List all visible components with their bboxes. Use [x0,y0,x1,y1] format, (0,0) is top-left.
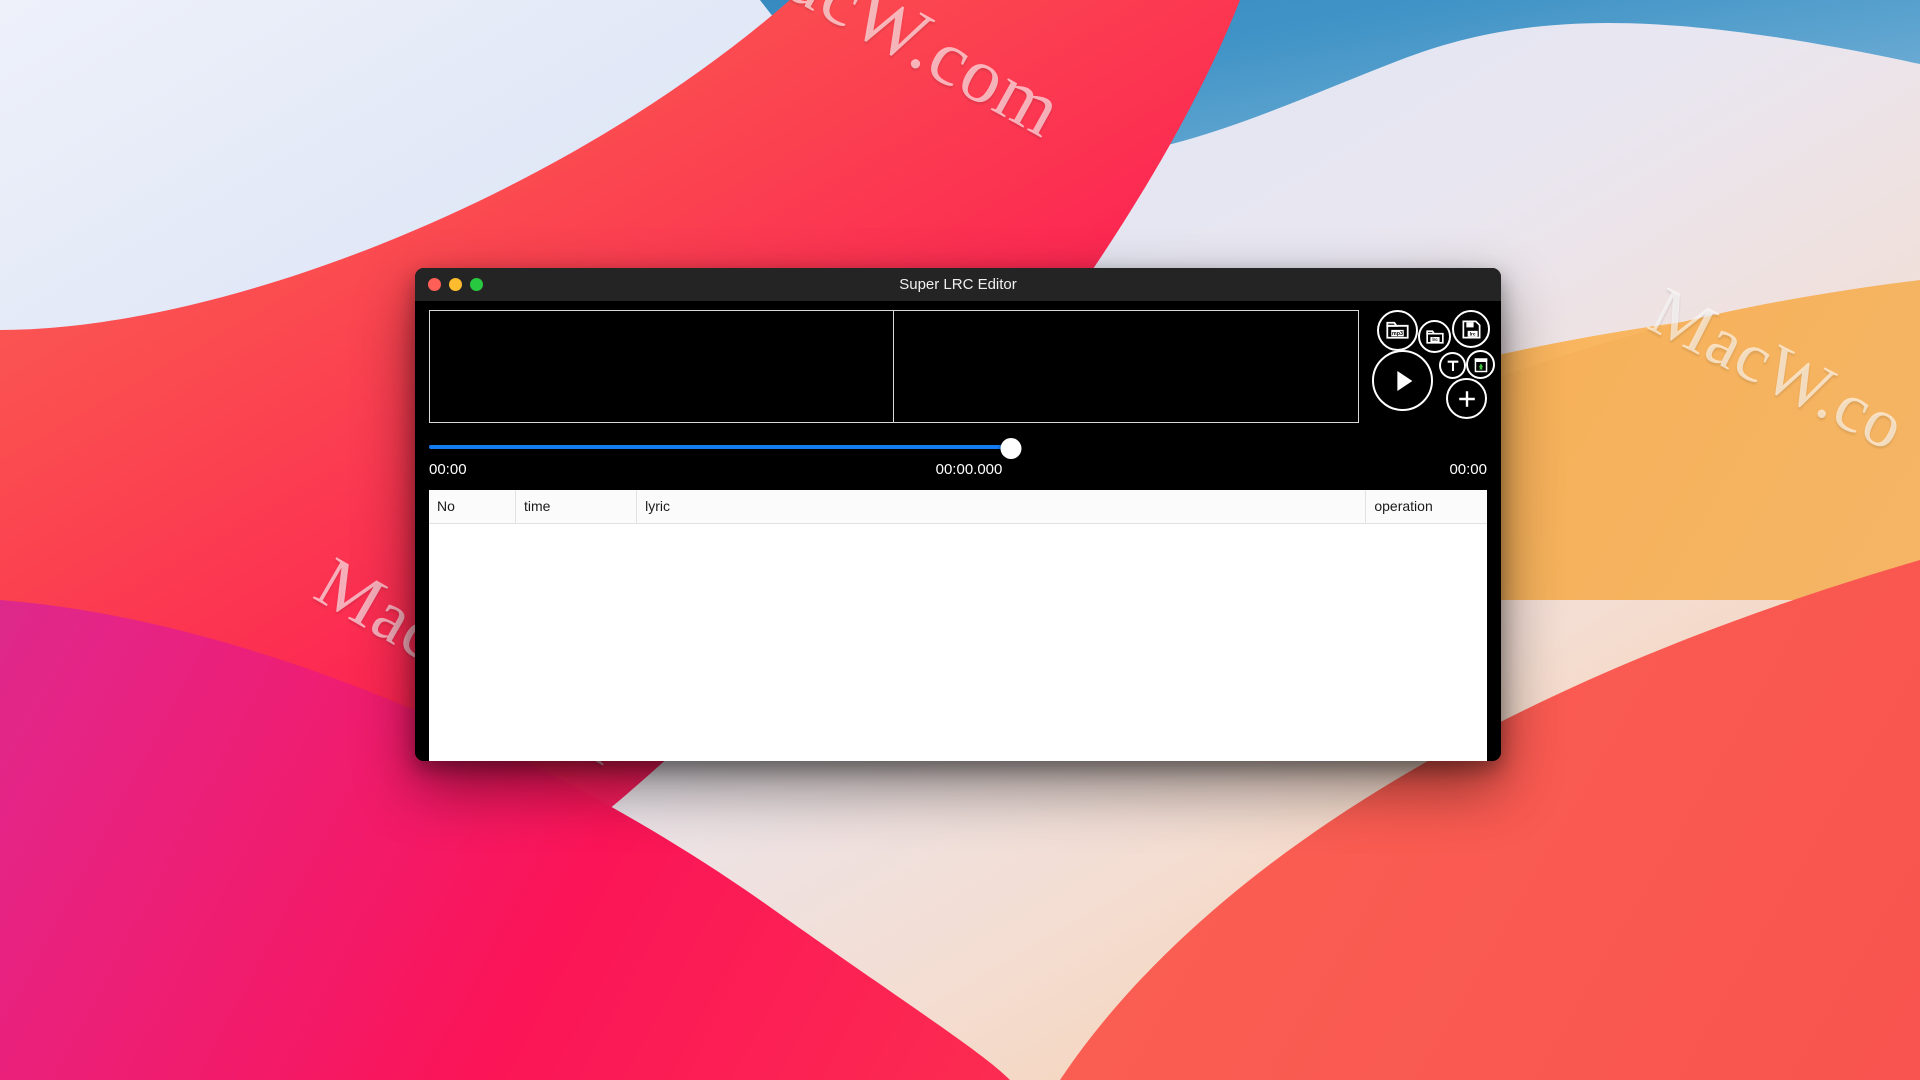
lyric-panel-left[interactable] [430,311,894,422]
current-time-label: 00:00 [429,461,467,478]
close-window-button[interactable] [428,278,441,291]
lyric-panel-right[interactable] [894,311,1358,422]
progress-slider-fill [429,445,1011,449]
window-titlebar[interactable]: Super LRC Editor [415,268,1501,301]
plus-icon [1455,387,1479,411]
total-time-label: 00:00 [1449,461,1487,478]
lyric-table-container: No time lyric operation [429,490,1487,761]
svg-text:lrc: lrc [1469,331,1475,337]
open-lrc-button[interactable]: lrc [1418,320,1451,353]
progress-slider-rest [1010,445,1487,449]
edit-text-button[interactable] [1439,352,1466,379]
control-cluster: mp3 lrc lrc [1367,310,1495,423]
folder-mp3-icon: mp3 [1385,318,1410,343]
trash-recycle-icon [1472,356,1490,374]
lyric-preview-panels [429,310,1359,423]
column-header-time[interactable]: time [515,490,638,524]
progress-slider-thumb[interactable] [1000,438,1022,459]
save-lrc-button[interactable]: lrc [1452,310,1490,348]
add-line-button[interactable] [1446,378,1487,419]
progress-slider[interactable] [429,438,1487,459]
save-floppy-lrc-icon: lrc [1460,318,1483,341]
precise-time-label: 00:00.000 [935,461,1003,478]
svg-text:lrc: lrc [1432,337,1438,342]
playback-controls: 00:00 00:00.000 00:00 [429,438,1487,478]
desktop-wallpaper: MacW.com MacW.co MacW.com Super LRC Edit… [0,0,1920,1080]
play-icon [1388,366,1418,396]
delete-button[interactable] [1466,350,1495,379]
lyric-table-header: No time lyric operation [429,490,1487,524]
column-header-lyric[interactable]: lyric [636,490,1367,524]
column-header-operation[interactable]: operation [1365,490,1487,524]
column-header-no[interactable]: No [429,490,517,524]
maximize-window-button[interactable] [470,278,483,291]
window-body: mp3 lrc lrc 00:00 00:00.000 00:00 No tim… [415,301,1501,761]
app-window: Super LRC Editor mp3 lrc lrc 00:00 00:00… [415,268,1501,761]
folder-lrc-icon: lrc [1425,327,1445,347]
time-readouts: 00:00 00:00.000 00:00 [429,461,1487,478]
open-mp3-button[interactable]: mp3 [1377,310,1418,351]
traffic-light-group [428,278,483,291]
window-title: Super LRC Editor [899,276,1017,293]
table-header-row: No time lyric operation [429,490,1487,524]
play-button[interactable] [1372,350,1433,411]
lyric-table-empty-area[interactable] [429,524,1487,761]
top-row: mp3 lrc lrc [429,310,1495,425]
minimize-window-button[interactable] [449,278,462,291]
svg-text:mp3: mp3 [1392,331,1403,337]
text-t-icon [1445,358,1461,374]
lyric-table: No time lyric operation [429,490,1487,524]
